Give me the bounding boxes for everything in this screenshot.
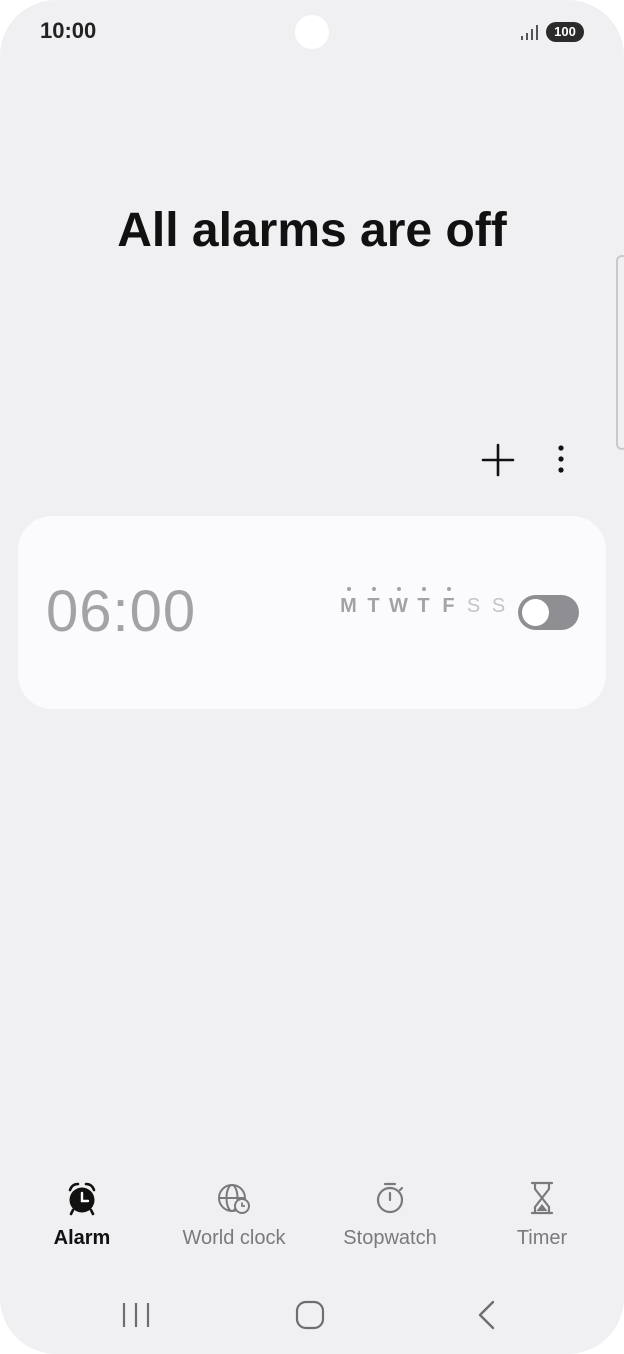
- weekday-label: T: [367, 595, 380, 617]
- home-icon: [295, 1300, 325, 1330]
- status-time: 10:00: [40, 18, 97, 43]
- weekday-label: W: [389, 595, 408, 617]
- plus-icon: [481, 443, 515, 477]
- tab-world-clock[interactable]: World clock: [156, 1180, 312, 1260]
- phone-screen: 10:00 100 All alarms are off 06:00 M T W: [0, 0, 624, 1354]
- home-button[interactable]: [280, 1285, 340, 1345]
- globe-clock-icon: [218, 1184, 250, 1214]
- weekday-thursday: T: [413, 587, 434, 618]
- tab-timer[interactable]: Timer: [464, 1180, 620, 1260]
- page-title: All alarms are off: [117, 204, 507, 257]
- front-camera: [295, 15, 329, 49]
- more-vertical-icon: [558, 445, 564, 473]
- alarm-clock-icon: [68, 1182, 96, 1216]
- weekday-friday: F: [438, 587, 459, 618]
- stopwatch-icon: [376, 1182, 404, 1214]
- tab-label: Alarm: [53, 1227, 111, 1249]
- weekday-sunday: S: [488, 595, 509, 618]
- recents-button[interactable]: [106, 1285, 166, 1345]
- back-button[interactable]: [456, 1285, 516, 1345]
- alarm-time: 06:00: [46, 579, 197, 644]
- active-day-dot: [421, 587, 426, 591]
- alarm-toggle[interactable]: [518, 595, 579, 630]
- weekday-wednesday: W: [388, 587, 409, 618]
- active-day-dot: [446, 587, 451, 591]
- tab-stopwatch[interactable]: Stopwatch: [312, 1180, 468, 1260]
- status-bar: 10:00 100: [0, 0, 624, 64]
- weekday-monday: M: [338, 587, 359, 618]
- edge-panel-handle[interactable]: [616, 255, 624, 450]
- active-day-dot: [346, 587, 351, 591]
- alarm-repeat-days: M T W T F S S: [338, 587, 509, 618]
- tab-label: Timer: [516, 1227, 568, 1249]
- weekday-saturday: S: [463, 595, 484, 618]
- system-navigation-bar: [0, 1285, 624, 1345]
- toggle-knob: [522, 599, 549, 626]
- tab-label: World clock: [182, 1227, 286, 1249]
- tab-alarm[interactable]: Alarm: [4, 1180, 160, 1260]
- weekday-label: S: [491, 595, 506, 617]
- weekday-tuesday: T: [363, 587, 384, 618]
- add-alarm-button[interactable]: [478, 440, 518, 480]
- tab-label: Stopwatch: [343, 1227, 437, 1249]
- active-day-dot: [371, 587, 376, 591]
- battery-indicator: 100: [546, 22, 584, 42]
- more-options-button[interactable]: [541, 440, 581, 480]
- back-icon: [478, 1300, 495, 1330]
- weekday-label: T: [417, 595, 430, 617]
- active-day-dot: [396, 587, 401, 591]
- hourglass-icon: [530, 1181, 554, 1215]
- weekday-label: F: [442, 595, 455, 617]
- weekday-label: S: [466, 595, 481, 617]
- alarm-card[interactable]: 06:00 M T W T F S S: [18, 516, 606, 709]
- recents-icon: [122, 1303, 150, 1327]
- signal-icon: [521, 25, 538, 40]
- bottom-tab-bar: Alarm World clock Stopwatch Timer: [0, 1180, 624, 1260]
- weekday-label: M: [340, 595, 357, 617]
